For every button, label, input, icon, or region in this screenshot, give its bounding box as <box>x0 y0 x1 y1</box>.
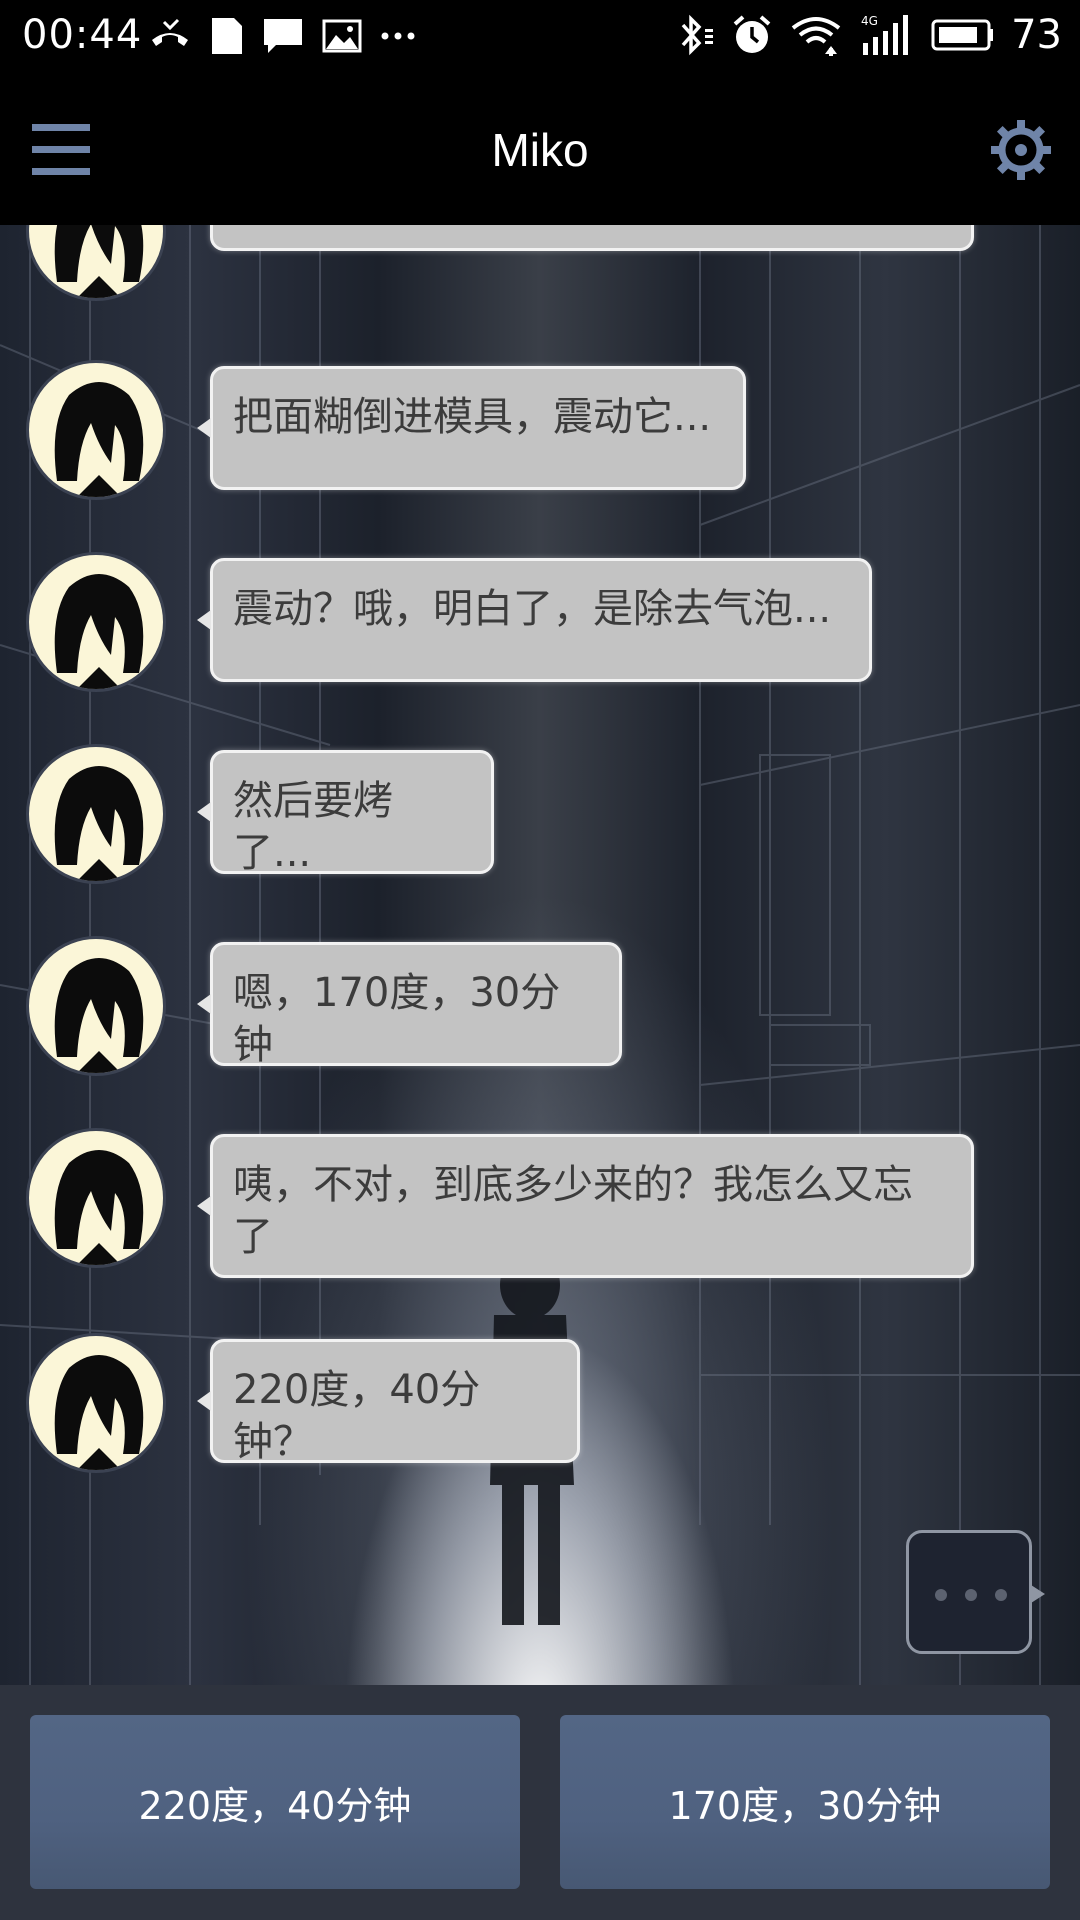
avatar[interactable] <box>26 360 166 500</box>
message-bubble: 咦，不对，到底多少来的？我怎么又忘了 <box>197 1134 974 1278</box>
reply-choices: 220度，40分钟 170度，30分钟 <box>0 1685 1080 1920</box>
avatar[interactable] <box>26 1333 166 1473</box>
typing-dot <box>935 1589 947 1601</box>
notification-icons <box>148 16 416 56</box>
choice-button-1[interactable]: 220度，40分钟 <box>30 1715 520 1889</box>
gear-icon[interactable] <box>990 119 1052 181</box>
avatar[interactable] <box>26 744 166 884</box>
avatar[interactable] <box>26 1128 166 1268</box>
signal-icon: 4G <box>859 13 915 57</box>
network-type-label: 4G <box>861 14 878 28</box>
message-bubble: 去就是我的手笔！ <box>210 225 974 251</box>
message-bubble: 震动？哦，明白了，是除去气泡... <box>197 558 872 682</box>
missed-call-icon <box>148 18 192 54</box>
title-bar: Miko <box>0 75 1080 225</box>
alarm-icon <box>731 14 773 56</box>
system-icons: 4G 73 <box>675 12 1062 58</box>
bluetooth-icon <box>675 13 715 57</box>
status-time: 00:44 <box>22 12 143 58</box>
typing-dot <box>965 1589 977 1601</box>
status-bar: 00:44 4G 73 <box>0 0 1080 75</box>
wifi-icon <box>789 14 843 56</box>
message-bubble: 嗯，170度，30分钟 <box>197 942 622 1068</box>
message-icon <box>262 17 304 55</box>
message-bubble: 把面糊倒进模具，震动它... <box>197 366 746 490</box>
more-icon <box>380 30 416 42</box>
typing-ellipsis-icon[interactable] <box>906 1530 1045 1654</box>
battery-percent: 73 <box>1011 12 1062 58</box>
typing-dot <box>995 1589 1007 1601</box>
image-icon <box>322 19 362 53</box>
chat-area[interactable]: 去就是我的手笔！ 把面糊倒进模具，震动它... 震动？哦，明白了，是除去气泡..… <box>0 225 1080 1685</box>
avatar[interactable] <box>26 225 166 301</box>
avatar[interactable] <box>26 936 166 1076</box>
message-bubble: 然后要烤了... <box>197 750 494 876</box>
message-bubble: 220度，40分钟？ <box>197 1339 580 1465</box>
sd-card-icon <box>210 16 244 56</box>
avatar[interactable] <box>26 552 166 692</box>
battery-icon <box>931 18 995 52</box>
chat-title: Miko <box>491 124 589 176</box>
choice-button-2[interactable]: 170度，30分钟 <box>560 1715 1050 1889</box>
